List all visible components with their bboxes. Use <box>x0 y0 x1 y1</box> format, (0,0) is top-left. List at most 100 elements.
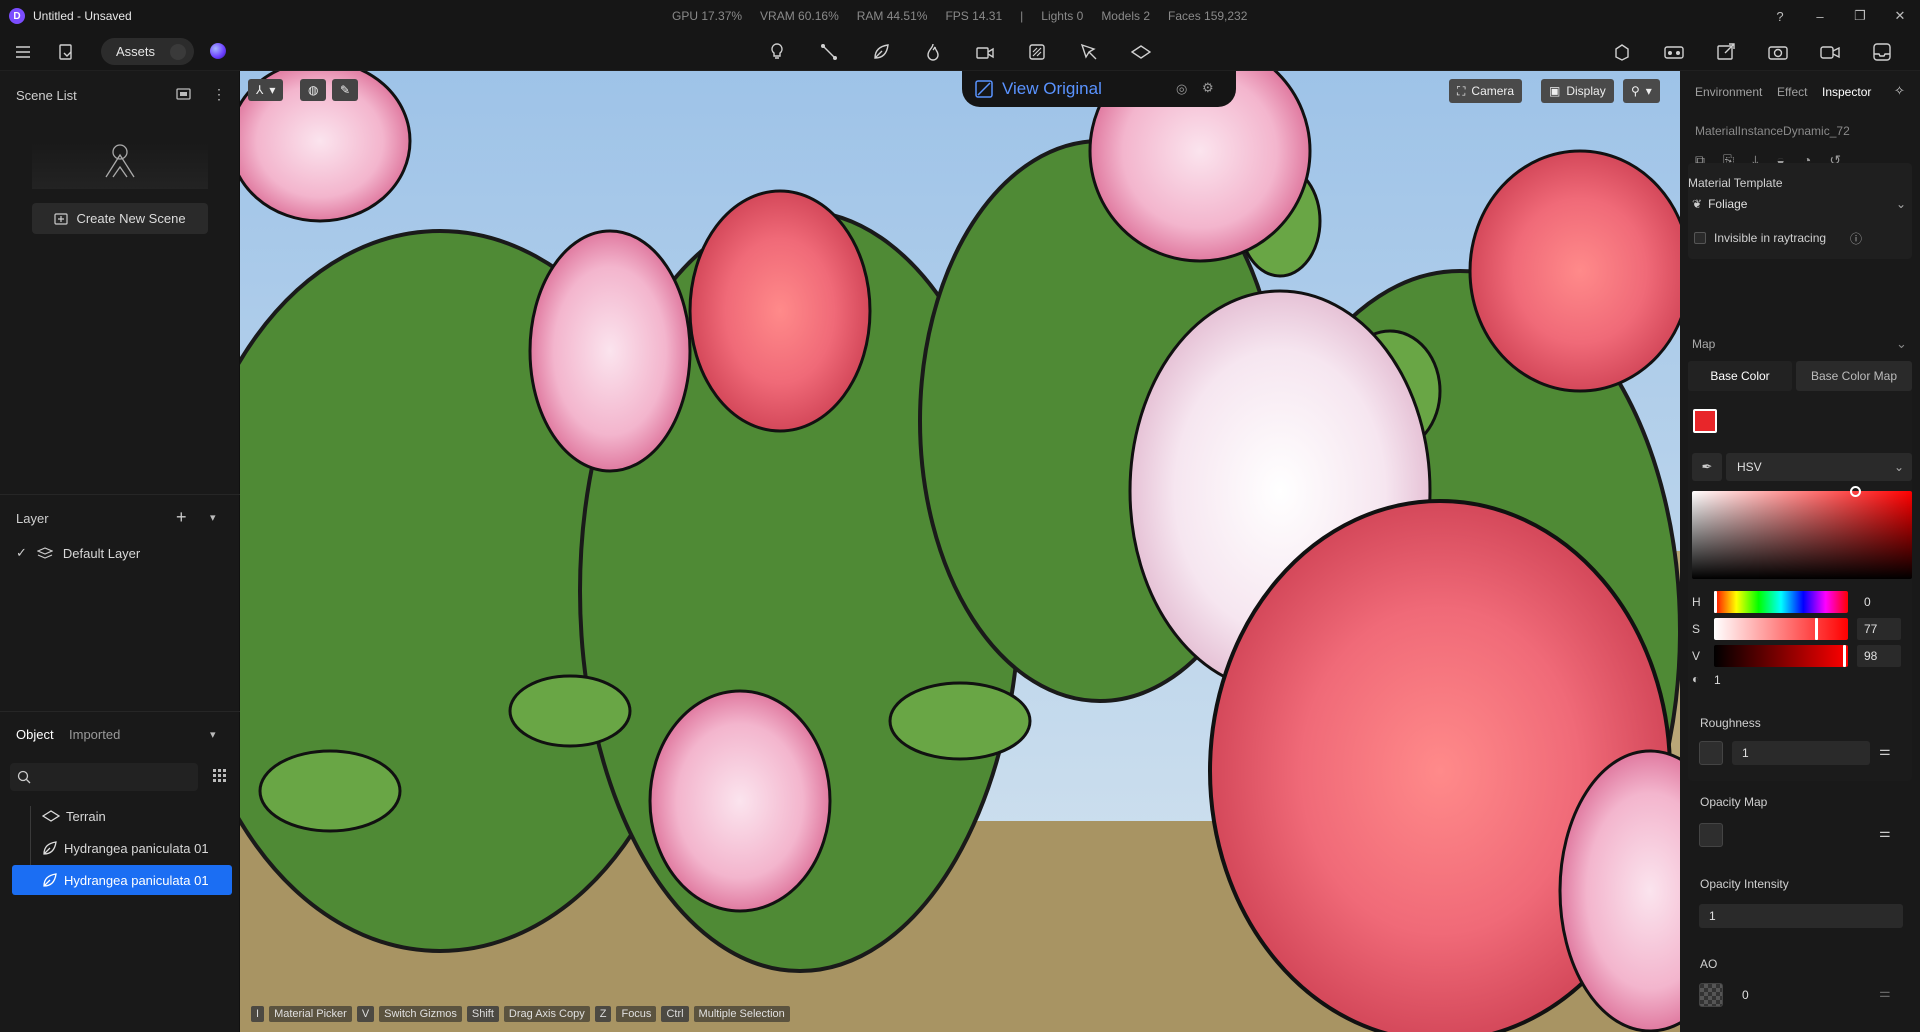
material-template-label: Material Template <box>1688 176 1783 190</box>
mask-tool-icon[interactable] <box>1025 40 1049 64</box>
ai-render-icon <box>975 80 993 98</box>
ai-sparkle-icon[interactable] <box>170 44 186 60</box>
adjust-sliders-icon[interactable]: ⚌ <box>1879 743 1891 759</box>
saturation-slider[interactable] <box>1714 618 1848 640</box>
ai-assistant-orb-icon[interactable] <box>210 43 226 59</box>
tab-effect[interactable]: Effect <box>1777 85 1807 99</box>
camera-icon[interactable] <box>1766 40 1790 64</box>
tab-base-color[interactable]: Base Color <box>1688 361 1792 391</box>
layer-filter-icon[interactable]: ▾ <box>210 511 216 524</box>
stat-ram: RAM 44.51% <box>856 9 928 23</box>
file-refresh-icon[interactable] <box>54 40 78 64</box>
style-palette-icon[interactable]: ◎ <box>1176 81 1187 97</box>
saturation-value-picker[interactable] <box>1692 486 1912 579</box>
light-bulb-icon[interactable] <box>765 40 789 64</box>
video-clip-icon[interactable] <box>973 40 997 64</box>
inspector-pin-icon[interactable]: ✧ <box>1894 83 1905 99</box>
layer-item-default[interactable]: ✓ Default Layer <box>16 538 236 568</box>
view-original-button[interactable]: View Original <box>1002 79 1102 99</box>
globe-toggle-button[interactable]: ◍ <box>300 79 327 101</box>
map-section-title: Map <box>1692 337 1716 351</box>
value-slider-handle[interactable] <box>1843 645 1846 667</box>
base-color-swatch[interactable] <box>1693 409 1717 433</box>
tab-imported[interactable]: Imported <box>69 727 120 742</box>
create-new-scene-button[interactable]: Create New Scene <box>32 203 208 234</box>
add-layer-icon[interactable]: + <box>176 507 187 528</box>
scene-add-icon <box>54 212 69 225</box>
invisible-raytracing-label: Invisible in raytracing <box>1714 231 1827 245</box>
tab-inspector[interactable]: Inspector <box>1822 85 1871 99</box>
shortcut-key: Shift <box>466 1006 499 1022</box>
fire-icon[interactable] <box>921 40 945 64</box>
chevron-down-icon: ▾ <box>1645 84 1652 98</box>
hue-value-field[interactable]: 0 <box>1857 591 1901 613</box>
tab-base-color-map[interactable]: Base Color Map <box>1796 361 1912 391</box>
opacity-map-slot[interactable] <box>1699 823 1723 847</box>
roughness-map-slot[interactable] <box>1699 741 1723 765</box>
alpha-value[interactable]: 1 <box>1714 673 1721 687</box>
hue-slider[interactable] <box>1714 591 1848 613</box>
material-picker-button[interactable]: ✎ <box>332 79 359 101</box>
settings-gear-icon[interactable]: ⚙ <box>1202 80 1214 96</box>
image-export-icon[interactable] <box>1714 40 1738 64</box>
leaf-icon[interactable] <box>869 40 893 64</box>
saturation-slider-handle[interactable] <box>1815 618 1818 640</box>
pen-tool-icon[interactable] <box>1077 40 1101 64</box>
assets-button[interactable]: Assets <box>101 38 194 65</box>
ao-label: AO <box>1700 957 1718 971</box>
tab-object[interactable]: Object <box>16 727 54 742</box>
color-picker-handle[interactable] <box>1850 486 1861 497</box>
export-model-icon[interactable] <box>1610 40 1634 64</box>
camera-button[interactable]: ⛶ Camera <box>1449 79 1523 103</box>
shortcut-hints: I Material Picker V Switch Gizmos Shift … <box>251 1006 790 1022</box>
adjust-sliders-icon[interactable]: ⚌ <box>1879 985 1891 1001</box>
chevron-down-icon[interactable]: ⌄ <box>1896 336 1907 352</box>
more-options-icon[interactable]: ⋮ <box>212 86 226 103</box>
view-original-bar: View Original ◎ ⚙ <box>962 71 1236 107</box>
stat-vram: VRAM 60.16% <box>760 9 839 23</box>
video-record-icon[interactable] <box>1818 40 1842 64</box>
gizmo-mode-dropdown[interactable]: ⅄ ▾ <box>248 79 284 101</box>
object-search-input[interactable] <box>10 763 198 791</box>
ao-map-slot[interactable] <box>1699 983 1723 1007</box>
terrain-layer-icon[interactable] <box>1129 40 1153 64</box>
screenshot-icon[interactable] <box>176 87 192 104</box>
shortcut-text: Switch Gizmos <box>379 1006 462 1022</box>
layer-title: Layer <box>16 511 49 526</box>
material-template-value: Foliage <box>1708 197 1748 211</box>
close-button[interactable]: ✕ <box>1880 8 1920 24</box>
maximize-button[interactable]: ❐ <box>1840 8 1880 24</box>
object-item-hydrangea[interactable]: Hydrangea paniculata 01 <box>42 833 232 863</box>
grid-view-icon[interactable] <box>212 768 228 787</box>
saturation-value-field[interactable]: 77 <box>1857 618 1901 640</box>
adjust-sliders-icon[interactable]: ⚌ <box>1879 825 1891 841</box>
check-icon[interactable]: ✓ <box>16 545 27 561</box>
hue-slider-handle[interactable] <box>1714 591 1717 613</box>
help-icon[interactable]: ⓘ <box>1850 230 1862 247</box>
shortcut-key: V <box>356 1006 375 1022</box>
help-icon[interactable]: ? <box>1760 9 1800 24</box>
left-panel: Scene List ⋮ Create New Scene Layer + ▾ … <box>0 71 240 1032</box>
value-value-field[interactable]: 98 <box>1857 645 1901 667</box>
inbox-icon[interactable] <box>1870 40 1894 64</box>
object-filter-icon[interactable]: ▾ <box>210 728 216 741</box>
eyedropper-button[interactable]: ✒ <box>1692 453 1722 481</box>
color-mode-select[interactable]: HSV ⌄ <box>1726 453 1912 481</box>
opacity-intensity-input[interactable]: 1 <box>1699 904 1903 928</box>
roughness-input[interactable]: 1 <box>1732 741 1870 765</box>
tab-environment[interactable]: Environment <box>1695 85 1762 99</box>
invisible-raytracing-checkbox[interactable] <box>1694 232 1706 244</box>
3d-viewport[interactable]: ⅄ ▾ ◍ ✎ ⛶ Camera ▣ Display ⚲ ▾ I Material Pi… <box>240 71 1680 1032</box>
color-mode-value: HSV <box>1737 460 1762 474</box>
ao-input[interactable]: 0 <box>1732 983 1870 1007</box>
vr-view-icon[interactable] <box>1662 40 1686 64</box>
menu-icon[interactable] <box>11 40 35 64</box>
material-template-select[interactable]: ❦ Foliage ⌄ <box>1688 189 1912 219</box>
object-item-hydrangea-selected[interactable]: Hydrangea paniculata 01 <box>12 865 232 895</box>
value-slider[interactable] <box>1714 645 1848 667</box>
object-item-terrain[interactable]: Terrain <box>42 801 232 831</box>
display-button[interactable]: ▣ Display <box>1541 79 1614 103</box>
view-options-dropdown[interactable]: ⚲ ▾ <box>1623 79 1660 103</box>
minimize-button[interactable]: – <box>1800 9 1840 24</box>
path-tool-icon[interactable] <box>817 40 841 64</box>
